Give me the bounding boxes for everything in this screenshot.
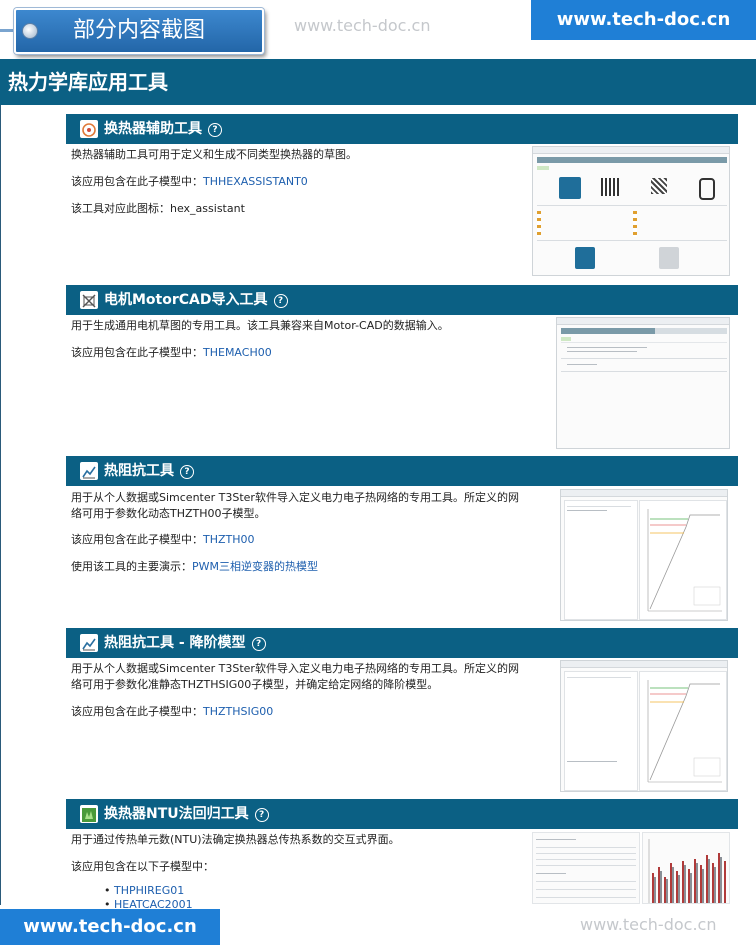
submodel-line: 该应用包含在此子模型中：THHEXASSISTANT0 bbox=[71, 174, 308, 190]
section-header-hex-assistant: 换热器辅助工具? bbox=[66, 114, 738, 144]
impedance-icon bbox=[80, 462, 98, 480]
section-header-motorcad: 电机MotorCAD导入工具? bbox=[66, 285, 738, 315]
section-description-cont: 络可用于参数化准静态THZTHSIG00子模型，并确定给定网络的降阶模型。 bbox=[71, 678, 439, 691]
section-title: 换热器NTU法回归工具 bbox=[104, 806, 249, 822]
section-title: 换热器辅助工具 bbox=[104, 121, 202, 137]
section-description: 用于从个人数据或Simcenter T3Ster软件导入定义电力电子热网络的专用… bbox=[71, 662, 519, 675]
screenshot-hex-assistant bbox=[532, 146, 730, 276]
screenshot-impedance bbox=[560, 489, 728, 621]
pin-icon bbox=[22, 23, 38, 39]
help-icon[interactable]: ? bbox=[251, 637, 266, 651]
submodel-link[interactable]: THEMACH00 bbox=[203, 346, 272, 359]
section-description: 用于通过传热单元数(NTU)法确定换热器总传热系数的交互式界面。 bbox=[71, 833, 400, 846]
page-title: 热力学库应用工具 bbox=[0, 59, 756, 105]
submodel-link[interactable]: THZTHSIG00 bbox=[203, 705, 273, 718]
submodel-link[interactable]: THHEXASSISTANT0 bbox=[203, 175, 308, 188]
section-title: 热阻抗工具 bbox=[104, 463, 174, 479]
section-tag: 部分内容截图 bbox=[14, 8, 264, 54]
demo-label: 使用该工具的主要演示： bbox=[71, 560, 192, 573]
screenshot-motorcad bbox=[556, 317, 730, 449]
heat-exchanger-icon bbox=[80, 120, 98, 138]
section-title: 热阻抗工具 - 降阶模型 bbox=[104, 635, 246, 651]
section-description: 用于生成通用电机草图的专用工具。该工具兼容来自Motor-CAD的数据输入。 bbox=[71, 319, 449, 332]
submodel-label: 该应用包含在此子模型中： bbox=[71, 346, 203, 359]
impedance-rom-icon bbox=[80, 634, 98, 652]
section-tag-label: 部分内容截图 bbox=[72, 18, 205, 43]
help-icon[interactable]: ? bbox=[208, 123, 222, 137]
submodel-label: 该应用包含在此子模型中： bbox=[71, 705, 203, 718]
submodel-line: 该应用包含在此子模型中：THZTHSIG00 bbox=[71, 704, 273, 720]
submodel-intro: 该应用包含在以下子模型中： bbox=[71, 860, 214, 873]
screenshot-impedance-rom bbox=[560, 660, 728, 792]
site-link-top[interactable]: www.tech-doc.cn bbox=[531, 0, 756, 40]
help-icon[interactable]: ? bbox=[180, 465, 194, 479]
submodel-link[interactable]: THZTH00 bbox=[203, 533, 255, 546]
submodel-line: 该应用包含在此子模型中：THZTH00 bbox=[71, 532, 255, 548]
section-title: 电机MotorCAD导入工具 bbox=[104, 292, 268, 308]
watermark-bottom: www.tech-doc.cn bbox=[580, 915, 717, 934]
screenshot-ntu-form bbox=[532, 832, 640, 904]
help-icon[interactable]: ? bbox=[273, 294, 288, 308]
section-header-ntu: 换热器NTU法回归工具? bbox=[66, 799, 738, 829]
section-header-impedance-rom: 热阻抗工具 - 降阶模型? bbox=[66, 628, 738, 658]
submodel-link[interactable]: THPHIREG01 bbox=[114, 884, 184, 897]
icon-name-line: 该工具对应此图标：hex_assistant bbox=[71, 202, 245, 215]
submodel-line: 该应用包含在此子模型中：THEMACH00 bbox=[71, 345, 272, 361]
demo-link[interactable]: PWM三相逆变器的热模型 bbox=[192, 560, 318, 573]
left-rule bbox=[0, 105, 1, 905]
ntu-regression-icon bbox=[80, 805, 98, 823]
site-link-bottom[interactable]: www.tech-doc.cn bbox=[0, 909, 220, 945]
demo-line: 使用该工具的主要演示：PWM三相逆变器的热模型 bbox=[71, 559, 318, 575]
submodel-label: 该应用包含在此子模型中： bbox=[71, 533, 203, 546]
submodel-label: 该应用包含在此子模型中： bbox=[71, 175, 203, 188]
section-description: 用于从个人数据或Simcenter T3Ster软件导入定义电力电子热网络的专用… bbox=[71, 491, 519, 504]
watermark-top: www.tech-doc.cn bbox=[294, 16, 431, 35]
help-icon[interactable]: ? bbox=[254, 808, 269, 822]
section-description: 换热器辅助工具可用于定义和生成不同类型换热器的草图。 bbox=[71, 148, 357, 161]
screenshot-ntu-chart bbox=[642, 832, 730, 904]
section-description-cont: 络可用于参数化动态THZTH00子模型。 bbox=[71, 507, 266, 520]
section-header-impedance: 热阻抗工具? bbox=[66, 456, 738, 486]
motor-icon bbox=[80, 291, 98, 309]
